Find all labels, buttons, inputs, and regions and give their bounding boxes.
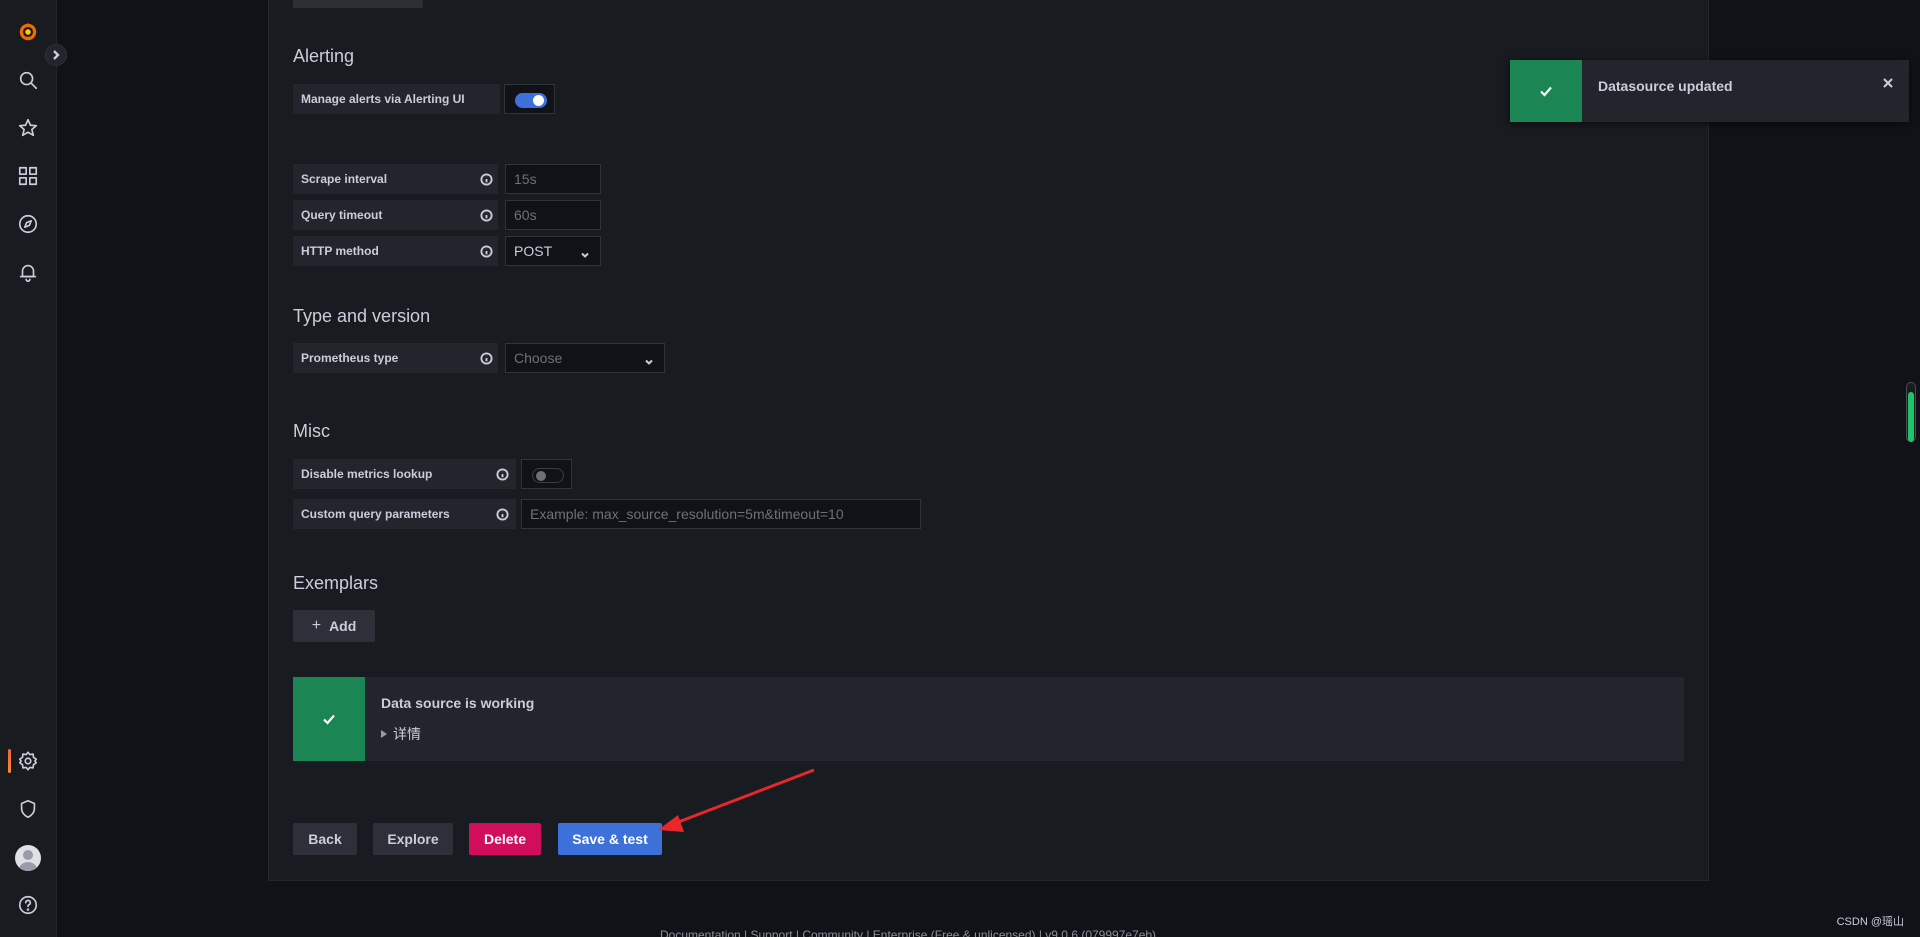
gear-icon[interactable] [14, 747, 42, 775]
chevron-down-icon [580, 247, 590, 258]
sidebar [0, 0, 57, 937]
alert-title: Data source is working [381, 695, 535, 711]
star-icon[interactable] [14, 114, 42, 142]
prometheus-type-select[interactable]: Choose [505, 343, 665, 373]
alert-details-label: 详情 [393, 726, 421, 742]
close-icon[interactable] [1881, 76, 1895, 90]
manage-alerts-toggle-box[interactable] [504, 84, 555, 114]
info-icon[interactable] [480, 173, 493, 186]
search-icon[interactable] [14, 66, 42, 94]
active-indicator [8, 749, 11, 773]
watermark: CSDN @瑶山 [1836, 916, 1904, 928]
chevron-down-icon [644, 354, 654, 365]
info-icon[interactable] [480, 209, 493, 222]
scrollbar-thumb[interactable] [1908, 392, 1914, 442]
alerting-title: Alerting [293, 46, 355, 66]
scrape-interval-input[interactable]: 15s [505, 164, 601, 194]
add-exemplar-label: Add [329, 618, 357, 634]
manage-alerts-toggle[interactable] [515, 93, 547, 108]
info-icon[interactable] [480, 245, 493, 258]
disable-metrics-toggle[interactable] [532, 468, 564, 483]
custom-query-label: Custom query parameters [293, 499, 516, 529]
http-method-select[interactable]: POST [505, 236, 601, 266]
previous-section-button[interactable] [293, 0, 423, 8]
check-icon [293, 677, 365, 761]
manage-alerts-label: Manage alerts via Alerting UI [293, 84, 500, 114]
prometheus-type-label: Prometheus type [293, 343, 498, 373]
back-button[interactable]: Back [293, 823, 357, 855]
alerting-bell-icon[interactable] [14, 258, 42, 286]
sidebar-expand-button[interactable] [45, 44, 67, 66]
misc-title: Misc [293, 421, 330, 441]
footer-links[interactable]: Documentation | Support | Community | En… [660, 928, 1156, 937]
alert-details-toggle[interactable]: 详情 [381, 724, 421, 744]
shield-icon[interactable] [14, 795, 42, 823]
info-icon[interactable] [496, 468, 509, 481]
info-icon[interactable] [496, 508, 509, 521]
check-icon [1510, 60, 1582, 122]
http-method-label: HTTP method [293, 236, 498, 266]
grafana-logo-icon[interactable] [14, 18, 42, 46]
explore-icon[interactable] [14, 210, 42, 238]
toast-message: Datasource updated [1598, 78, 1733, 94]
scrape-interval-label: Scrape interval [293, 164, 498, 194]
plus-icon: + [311, 617, 322, 634]
explore-button[interactable]: Explore [373, 823, 453, 855]
info-icon[interactable] [480, 352, 493, 365]
datasource-status-alert: Data source is working 详情 [293, 677, 1684, 761]
exemplars-title: Exemplars [293, 573, 379, 593]
query-timeout-label: Query timeout [293, 200, 498, 230]
disable-metrics-label: Disable metrics lookup [293, 459, 516, 489]
save-test-button[interactable]: Save & test [558, 823, 662, 855]
help-icon[interactable] [14, 891, 42, 919]
add-exemplar-button[interactable]: + Add [293, 610, 375, 642]
disable-metrics-toggle-box[interactable] [521, 459, 572, 489]
query-timeout-input[interactable]: 60s [505, 200, 601, 230]
prometheus-type-placeholder: Choose [514, 350, 563, 366]
type-version-title: Type and version [293, 306, 431, 326]
caret-right-icon [381, 730, 387, 738]
http-method-value: POST [514, 243, 553, 259]
delete-button[interactable]: Delete [469, 823, 541, 855]
custom-query-input[interactable]: Example: max_source_resolution=5m&timeou… [521, 499, 921, 529]
dashboards-icon[interactable] [14, 162, 42, 190]
user-avatar[interactable] [15, 845, 41, 871]
toast-notification: Datasource updated [1510, 60, 1909, 122]
